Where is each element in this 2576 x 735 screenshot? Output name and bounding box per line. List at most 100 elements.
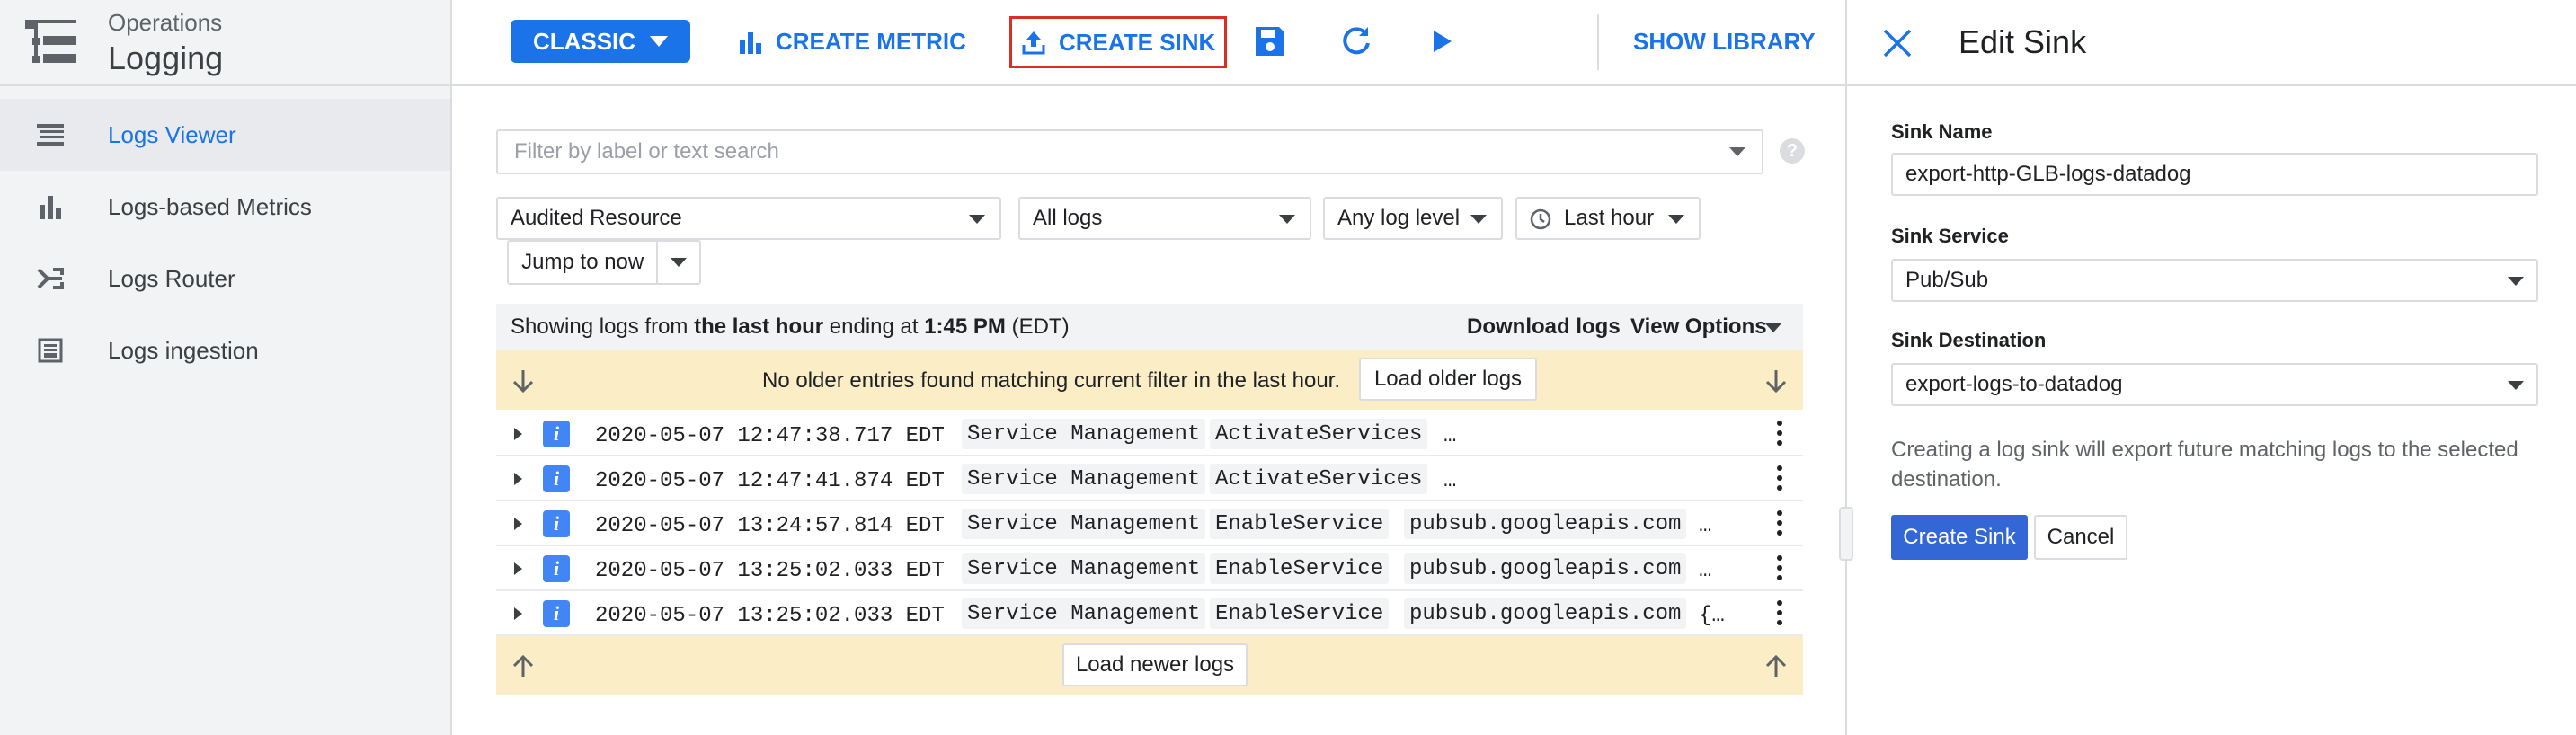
classic-mode-dropdown[interactable]: CLASSIC (511, 20, 690, 63)
time-range-value: Last hour (1564, 206, 1655, 230)
expand-arrow-icon[interactable] (514, 607, 522, 620)
product-name: Operations (108, 9, 223, 36)
save-button[interactable] (1250, 22, 1290, 61)
status-middle: ending at (823, 314, 925, 339)
play-icon (1434, 31, 1452, 52)
expand-arrow-icon[interactable] (514, 428, 522, 440)
resource-value: Audited Resource (511, 206, 682, 230)
caret-down-icon[interactable] (1729, 147, 1745, 156)
show-library-button[interactable]: SHOW LIBRARY (1633, 20, 1816, 63)
older-logs-banner: No older entries found matching current … (496, 350, 1803, 410)
expand-arrow-icon[interactable] (514, 562, 522, 575)
log-resource-chip[interactable]: pubsub.googleapis.com (1404, 553, 1687, 584)
time-range-dropdown[interactable]: Last hour (1515, 197, 1701, 240)
load-newer-logs-button[interactable]: Load newer logs (1062, 643, 1248, 686)
log-resource-chip[interactable]: pubsub.googleapis.com (1404, 598, 1687, 629)
sidebar-item-logs-viewer[interactable]: Logs Viewer (0, 99, 450, 171)
caret-down-icon (2508, 381, 2524, 390)
log-entry-row[interactable]: i 2020-05-07 13:25:02.033 EDT Service Ma… (496, 546, 1803, 591)
log-method-chip[interactable]: ActivateServices (1210, 464, 1428, 494)
create-sink-submit-button[interactable]: Create Sink (1891, 515, 2028, 560)
log-name-dropdown[interactable]: All logs (1018, 197, 1311, 240)
log-name-value: All logs (1033, 206, 1103, 230)
log-resource-chip[interactable]: pubsub.googleapis.com (1404, 509, 1687, 539)
panel-divider (1845, 0, 1847, 735)
arrow-down-icon (1765, 370, 1787, 394)
caret-down-icon (969, 215, 985, 224)
log-method-chip[interactable]: EnableService (1210, 509, 1390, 539)
log-service-chip[interactable]: Service Management (962, 419, 1206, 449)
log-timestamp: 2020-05-07 13:25:02.033 EDT (595, 604, 945, 628)
caret-down-icon (1765, 323, 1781, 332)
log-service-chip[interactable]: Service Management (962, 509, 1206, 539)
refresh-button[interactable] (1337, 22, 1376, 61)
log-timestamp: 2020-05-07 13:25:02.033 EDT (595, 559, 945, 583)
logging-list-icon (25, 20, 76, 63)
cancel-button[interactable]: Cancel (2034, 515, 2127, 560)
log-method-chip[interactable]: EnableService (1210, 553, 1390, 584)
more-vert-icon[interactable] (1771, 465, 1789, 494)
sink-name-label: Sink Name (1891, 120, 1993, 143)
sink-name-input[interactable]: export-http-GLB-logs-datadog (1891, 153, 2538, 196)
sink-destination-value: export-logs-to-datadog (1905, 372, 2123, 396)
more-vert-icon[interactable] (1771, 421, 1789, 449)
newer-logs-banner: Load newer logs (496, 636, 1803, 695)
sink-name-value: export-http-GLB-logs-datadog (1905, 162, 2191, 186)
more-vert-icon[interactable] (1771, 600, 1789, 629)
view-options-dropdown[interactable]: View Options (1630, 314, 1767, 340)
sink-service-select[interactable]: Pub/Sub (1891, 259, 2538, 302)
expand-arrow-icon[interactable] (514, 518, 522, 530)
caret-down-icon (1668, 215, 1684, 224)
info-severity-icon: i (543, 465, 570, 492)
info-severity-icon: i (543, 600, 570, 627)
log-method-chip[interactable]: ActivateServices (1210, 419, 1428, 449)
expand-arrow-icon[interactable] (514, 473, 522, 485)
edit-sink-header: Edit Sink (1847, 0, 2576, 86)
log-payload-summary: … (1699, 559, 1712, 583)
sidebar-item-label: Logs-based Metrics (108, 192, 312, 220)
log-entry-row[interactable]: i 2020-05-07 13:24:57.814 EDT Service Ma… (496, 501, 1803, 546)
log-entry-row[interactable]: i 2020-05-07 13:25:02.033 EDT Service Ma… (496, 591, 1803, 636)
resource-dropdown[interactable]: Audited Resource (496, 197, 1001, 240)
help-icon[interactable]: ? (1780, 138, 1805, 164)
log-payload-summary: … (1443, 469, 1457, 493)
sidebar-item-logs-ingestion[interactable]: Logs ingestion (0, 314, 450, 386)
log-entry-row[interactable]: i 2020-05-07 12:47:38.717 EDT Service Ma… (496, 412, 1803, 456)
more-vert-icon[interactable] (1771, 555, 1789, 584)
save-icon (1256, 27, 1284, 56)
log-payload-summary: … (1443, 424, 1457, 448)
product-header: Operations Logging (0, 0, 452, 86)
download-logs-link[interactable]: Download logs (1467, 314, 1621, 340)
toolbar-divider (1597, 14, 1599, 70)
log-service-chip[interactable]: Service Management (962, 598, 1206, 629)
play-button[interactable] (1423, 22, 1462, 61)
log-service-chip[interactable]: Service Management (962, 464, 1206, 494)
jump-options-dropdown[interactable] (658, 242, 699, 283)
refresh-icon (1343, 27, 1370, 55)
caret-down-icon (1279, 215, 1295, 224)
router-icon (34, 264, 67, 293)
status-range: the last hour (694, 314, 824, 339)
sidebar-item-logs-router[interactable]: Logs Router (0, 243, 450, 314)
log-entry-row[interactable]: i 2020-05-07 12:47:41.874 EDT Service Ma… (496, 456, 1803, 501)
sink-destination-select[interactable]: export-logs-to-datadog (1891, 363, 2538, 406)
info-severity-icon: i (543, 510, 570, 537)
log-level-dropdown[interactable]: Any log level (1323, 197, 1503, 240)
jump-to-now-button[interactable]: Jump to now (509, 242, 659, 283)
create-sink-button[interactable]: CREATE SINK (1009, 16, 1228, 68)
status-time: 1:45 PM (924, 314, 1006, 339)
load-older-logs-button[interactable]: Load older logs (1359, 358, 1537, 401)
more-vert-icon[interactable] (1771, 510, 1789, 539)
caret-down-icon (650, 36, 669, 47)
log-timestamp: 2020-05-07 13:24:57.814 EDT (595, 514, 945, 538)
log-method-chip[interactable]: EnableService (1210, 598, 1390, 629)
close-icon[interactable] (1881, 27, 1914, 59)
logs-viewer-icon (34, 120, 67, 149)
sidebar-item-label: Logs Router (108, 264, 235, 292)
create-metric-button[interactable]: CREATE METRIC (738, 20, 966, 63)
log-service-chip[interactable]: Service Management (962, 553, 1206, 584)
sidebar-item-label: Logs ingestion (108, 336, 259, 364)
resize-handle[interactable] (1839, 507, 1853, 561)
sidebar-item-logs-based-metrics[interactable]: Logs-based Metrics (0, 171, 450, 243)
filter-search-input[interactable]: Filter by label or text search (496, 129, 1763, 174)
